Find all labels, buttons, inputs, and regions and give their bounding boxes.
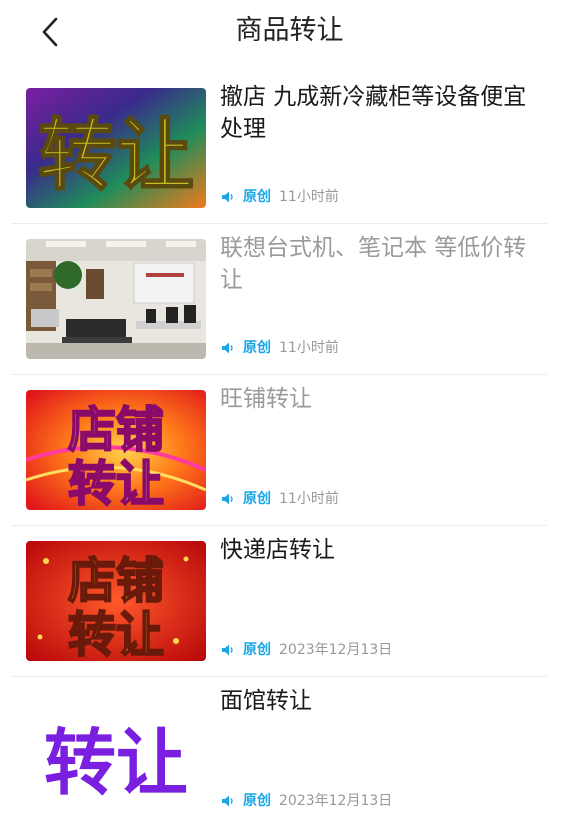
top-bar: 商品转让	[0, 0, 579, 62]
original-tag: 原创	[243, 642, 271, 658]
item-thumbnail	[26, 239, 206, 359]
speaker-icon	[222, 644, 233, 656]
item-thumbnail: 转让	[26, 692, 206, 812]
timestamp: 11小时前	[279, 491, 339, 507]
item-title: 撤店 九成新冷藏柜等设备便宜处理	[220, 84, 527, 142]
list-item[interactable]: 转让 撤店 九成新冷藏柜等设备便宜处理 原创 11小时前	[12, 73, 547, 224]
thumbnail-text-top: 店铺	[68, 402, 164, 458]
item-meta: 原创 11小时前	[221, 338, 339, 358]
timestamp: 11小时前	[279, 189, 339, 205]
item-meta: 原创 11小时前	[221, 187, 339, 207]
original-tag: 原创	[243, 491, 271, 507]
timestamp: 2023年12月13日	[279, 793, 393, 809]
original-tag: 原创	[243, 340, 271, 356]
item-title: 面馆转让	[220, 688, 312, 714]
item-title: 联想台式机、笔记本 等低价转让	[220, 235, 527, 293]
thumbnail-text: 转让	[38, 111, 194, 201]
speaker-icon	[222, 795, 233, 807]
thumbnail-text-bottom: 转让	[68, 456, 164, 510]
item-thumbnail: 转让	[26, 88, 206, 208]
speaker-icon	[222, 342, 233, 354]
thumbnail-text-top: 店铺	[68, 553, 164, 609]
item-meta: 原创 2023年12月13日	[221, 791, 392, 811]
original-tag: 原创	[243, 189, 271, 205]
list-item[interactable]: 转让 面馆转让 原创 2023年12月13日	[12, 677, 547, 827]
list-item[interactable]: 店铺 转让 快递店转让 原创 2023年12月13日	[12, 526, 547, 677]
item-title: 旺铺转让	[220, 386, 312, 412]
article-list: 转让 撤店 九成新冷藏柜等设备便宜处理 原创 11小时前 联想台式机、笔记本 等…	[12, 73, 547, 827]
item-thumbnail: 店铺 转让	[26, 390, 206, 510]
list-item[interactable]: 店铺 转让 旺铺转让 原创 11小时前	[12, 375, 547, 526]
item-meta: 原创 2023年12月13日	[221, 640, 392, 660]
timestamp: 2023年12月13日	[279, 642, 393, 658]
original-tag: 原创	[243, 793, 271, 809]
item-title: 快递店转让	[220, 537, 335, 563]
item-thumbnail: 店铺 转让	[26, 541, 206, 661]
thumbnail-text: 转让	[44, 721, 188, 805]
item-meta: 原创 11小时前	[221, 489, 339, 509]
page-title: 商品转让	[235, 15, 344, 46]
timestamp: 11小时前	[279, 340, 339, 356]
speaker-icon	[222, 191, 233, 203]
thumbnail-text-bottom: 转让	[68, 607, 164, 661]
list-item[interactable]: 联想台式机、笔记本 等低价转让 原创 11小时前	[12, 224, 547, 375]
speaker-icon	[222, 493, 233, 505]
